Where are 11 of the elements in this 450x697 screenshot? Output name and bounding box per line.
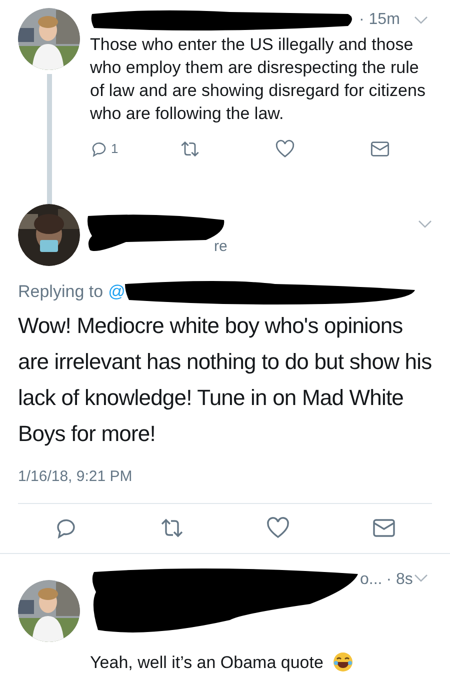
tweet-text: Yeah, well it’s an Obama quote	[90, 652, 324, 674]
tweet-time: · 8s	[386, 570, 413, 590]
replying-to-label: Replying to	[18, 281, 104, 304]
handle-fragment: re	[214, 236, 228, 256]
reply-count: 1	[111, 140, 118, 158]
name-fragment: o...	[360, 570, 382, 590]
mention-link[interactable]: @	[108, 279, 126, 305]
tweet-text: Wow! Mediocre white boy who's opinions are irrelevant has nothing to do but show his lack of knowledge! Tune in on Mad White Boys for more!	[18, 312, 432, 448]
tweet-date: 1/16/18, 9:21 PM	[18, 467, 134, 487]
tweet-time: · 15m	[359, 10, 400, 30]
tweet-text: Those who enter the US illegally and those who employ them are disrespecting the rule of law and are showing disregard for citizens who are following the law.	[90, 34, 426, 125]
